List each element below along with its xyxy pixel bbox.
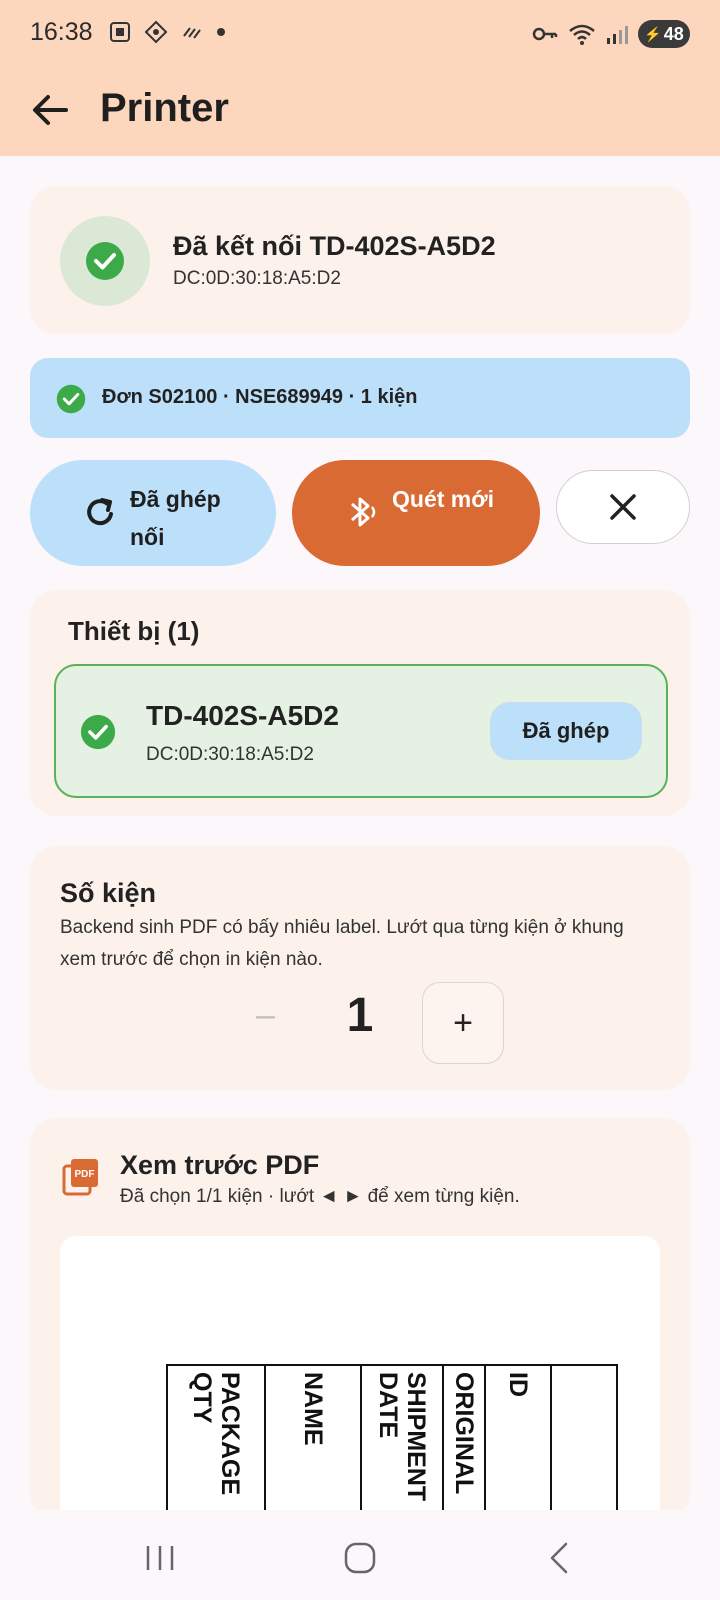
scan-new-button[interactable]: Quét mới [292, 460, 540, 566]
quantity-decrement-button[interactable]: – [256, 996, 275, 1035]
bluetooth-searching-icon [351, 497, 376, 527]
paired-devices-button[interactable]: Đã ghép nối [30, 460, 276, 566]
nfc-icon [183, 27, 201, 39]
status-time: 16:38 [30, 18, 93, 46]
notification-dot-icon [217, 28, 225, 36]
scan-new-label: Quét mới [392, 486, 494, 512]
pdf-preview-subtitle: Đã chọn 1/1 kiện · lướt ◄ ► để xem từng … [120, 1186, 520, 1207]
connection-status-badge [60, 216, 150, 306]
label-column-header: ORIGINAL [450, 1372, 478, 1495]
label-column-header: PACKAGE QTY [188, 1372, 244, 1496]
back-arrow-icon[interactable] [28, 88, 72, 132]
back-nav-icon[interactable] [540, 1540, 580, 1576]
recent-apps-icon[interactable] [140, 1540, 180, 1576]
check-circle-icon [86, 242, 124, 280]
screenshot-icon [110, 22, 130, 42]
close-button[interactable] [556, 470, 690, 544]
devices-card: Thiết bị (1) TD-402S-A5D2 DC:0D:30:18:A5… [30, 590, 690, 816]
label-column-header: SHIPMENT DATE [374, 1372, 430, 1502]
status-bar: 16:38 ⚡ 48 [0, 0, 720, 68]
quantity-card: Số kiện Backend sinh PDF có bấy nhiêu la… [30, 846, 690, 1090]
device-paired-badge[interactable]: Đã ghép [490, 702, 642, 760]
connection-mac: DC:0D:30:18:A5:D2 [173, 268, 341, 289]
label-column-header: ID [504, 1372, 532, 1397]
check-circle-icon [80, 714, 116, 750]
label-column-header: NAME [299, 1372, 327, 1446]
paired-devices-label: Đã ghép nối [130, 486, 221, 550]
pdf-preview-card: PDF Xem trước PDF Đã chọn 1/1 kiện · lướ… [30, 1118, 690, 1536]
order-info-text: Đơn S02100 · NSE689949 · 1 kiện [102, 386, 418, 408]
wifi-icon [569, 24, 595, 45]
svg-text:PDF: PDF [75, 1169, 95, 1180]
quantity-value: 1 [346, 989, 374, 1042]
battery-level: 48 [663, 23, 684, 44]
signal-icon [607, 26, 628, 44]
vpn-icon [144, 20, 168, 44]
status-icons-right: ⚡ 48 [532, 20, 690, 48]
quantity-description: Backend sinh PDF có bấy nhiêu label. Lướ… [60, 917, 624, 970]
key-icon [532, 27, 558, 41]
quantity-title: Số kiện [60, 878, 157, 908]
check-circle-icon [56, 384, 86, 414]
close-icon [610, 494, 636, 520]
charging-icon: ⚡ [644, 25, 662, 42]
device-list-item[interactable]: TD-402S-A5D2 DC:0D:30:18:A5:D2 Đã ghép [54, 664, 668, 798]
pdf-file-icon: PDF [62, 1159, 98, 1196]
pdf-preview-title: Xem trước PDF [120, 1150, 320, 1180]
battery-indicator: ⚡ 48 [638, 20, 690, 48]
connection-card: Đã kết nối TD-402S-A5D2 DC:0D:30:18:A5:D… [30, 186, 690, 334]
pdf-preview-canvas[interactable]: PACKAGE QTY NAME SHIPMENT DATE ORIGINAL … [60, 1236, 660, 1536]
refresh-icon [87, 498, 113, 526]
device-name: TD-402S-A5D2 [146, 700, 339, 731]
system-navigation-bar [0, 1510, 720, 1600]
app-bar: Printer [0, 68, 720, 156]
order-info-bar: Đơn S02100 · NSE689949 · 1 kiện [30, 358, 690, 438]
quantity-increment-button[interactable]: + [422, 982, 504, 1064]
devices-title: Thiết bị (1) [68, 616, 200, 646]
status-icons-left [108, 20, 226, 44]
connection-title: Đã kết nối TD-402S-A5D2 [173, 231, 496, 261]
page-title: Printer [100, 86, 229, 130]
device-mac: DC:0D:30:18:A5:D2 [146, 744, 314, 765]
home-icon[interactable] [340, 1540, 380, 1576]
